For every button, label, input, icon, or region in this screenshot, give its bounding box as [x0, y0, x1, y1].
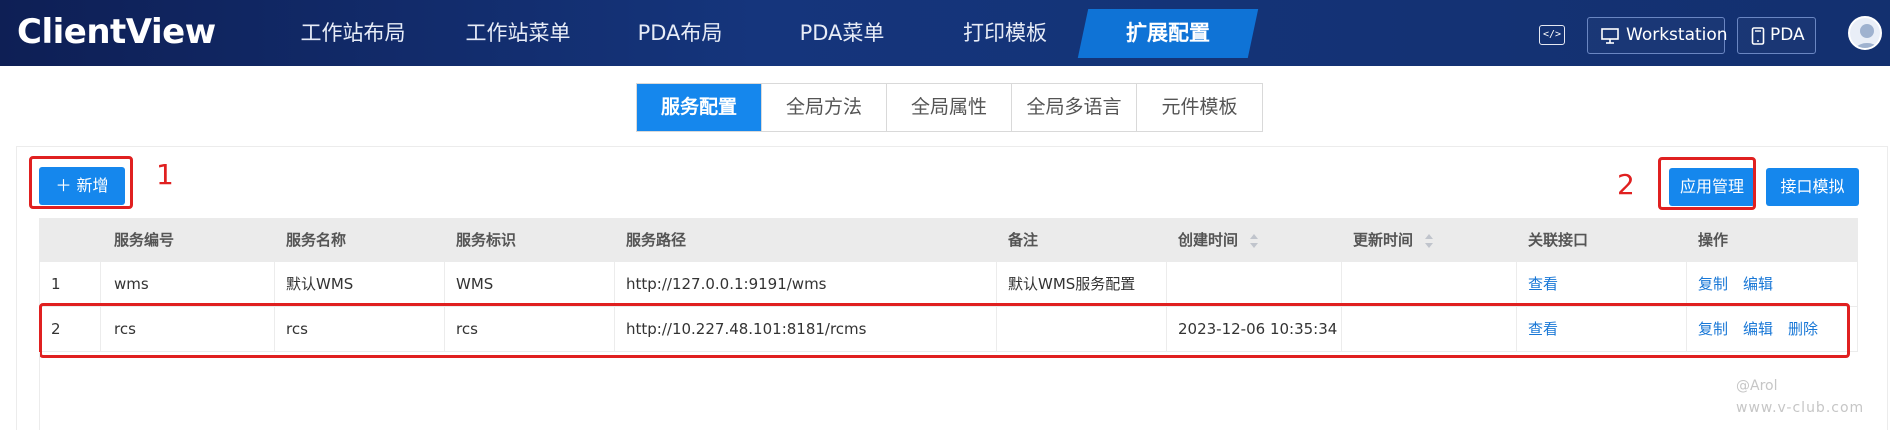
sort-icon[interactable]	[1424, 233, 1434, 249]
table-row: 1 wms 默认WMS WMS http://127.0.0.1:9191/wm…	[39, 262, 1858, 307]
cell-service-code: wms	[114, 275, 149, 293]
tab-global-i18n[interactable]: 全局多语言	[1012, 84, 1137, 131]
annotation-box-1	[29, 156, 133, 209]
edit-link[interactable]: 编辑	[1743, 262, 1773, 307]
avatar-icon	[1855, 24, 1879, 48]
watermark-site: www.v-club.com	[1736, 400, 1865, 416]
col-header-service-path: 服务路径	[626, 231, 687, 249]
nav-extension-config[interactable]: 扩展配置	[1083, 9, 1253, 58]
annotation-box-2	[1658, 157, 1756, 210]
cell-service-id: WMS	[456, 275, 494, 293]
nav-pda-menu[interactable]: PDA菜单	[777, 0, 907, 66]
cell-service-path: http://127.0.0.1:9191/wms	[626, 275, 827, 293]
annotation-label-1: 1	[156, 158, 174, 191]
col-header-created-label: 创建时间	[1178, 231, 1239, 249]
annotation-label-2: 2	[1617, 168, 1635, 201]
workstation-button[interactable]: Workstation	[1587, 17, 1728, 54]
nav-workstation-menu[interactable]: 工作站菜单	[453, 0, 583, 66]
col-header-updated-label: 更新时间	[1353, 231, 1414, 249]
table-border	[39, 352, 40, 430]
col-header-service-code: 服务编号	[114, 231, 175, 249]
workstation-label: Workstation	[1626, 25, 1728, 45]
nav-workstation-layout[interactable]: 工作站布局	[288, 0, 418, 66]
tab-global-methods[interactable]: 全局方法	[762, 84, 887, 131]
col-header-service-name: 服务名称	[286, 231, 347, 249]
tab-global-properties[interactable]: 全局属性	[887, 84, 1012, 131]
col-header-linked-api: 关联接口	[1528, 231, 1589, 249]
col-header-service-id: 服务标识	[456, 231, 517, 249]
table-header: 服务编号 服务名称 服务标识 服务路径 备注 创建时间 更新时间 关联接口 操作	[39, 218, 1858, 262]
col-header-remark: 备注	[1008, 231, 1039, 249]
app-logo: ClientView	[17, 12, 216, 52]
pda-button[interactable]: PDA	[1737, 17, 1816, 54]
col-header-created[interactable]: 创建时间	[1178, 218, 1259, 262]
monitor-icon	[1601, 28, 1619, 44]
phone-icon	[1751, 27, 1765, 45]
tab-service-config[interactable]: 服务配置	[637, 84, 762, 131]
code-icon[interactable]: </>	[1539, 25, 1565, 45]
nav-pda-layout[interactable]: PDA布局	[615, 0, 745, 66]
view-link[interactable]: 查看	[1528, 262, 1558, 307]
watermark-author: @Arol	[1736, 378, 1778, 394]
nav-print-template[interactable]: 打印模板	[940, 0, 1070, 66]
sort-icon[interactable]	[1249, 233, 1259, 249]
sub-tabs: 服务配置 全局方法 全局属性 全局多语言 元件模板	[636, 83, 1263, 132]
col-header-actions: 操作	[1698, 231, 1729, 249]
annotation-box-row	[39, 303, 1850, 358]
tab-component-templates[interactable]: 元件模板	[1137, 84, 1262, 131]
col-header-updated[interactable]: 更新时间	[1353, 218, 1434, 262]
cell-remark: 默认WMS服务配置	[1008, 275, 1136, 293]
row-index: 1	[51, 275, 61, 293]
top-navbar: ClientView 工作站布局 工作站菜单 PDA布局 PDA菜单 打印模板 …	[0, 0, 1890, 66]
cell-service-name: 默认WMS	[286, 275, 354, 293]
api-mock-button[interactable]: 接口模拟	[1766, 168, 1859, 206]
copy-link[interactable]: 复制	[1698, 262, 1728, 307]
user-avatar[interactable]	[1848, 16, 1882, 50]
